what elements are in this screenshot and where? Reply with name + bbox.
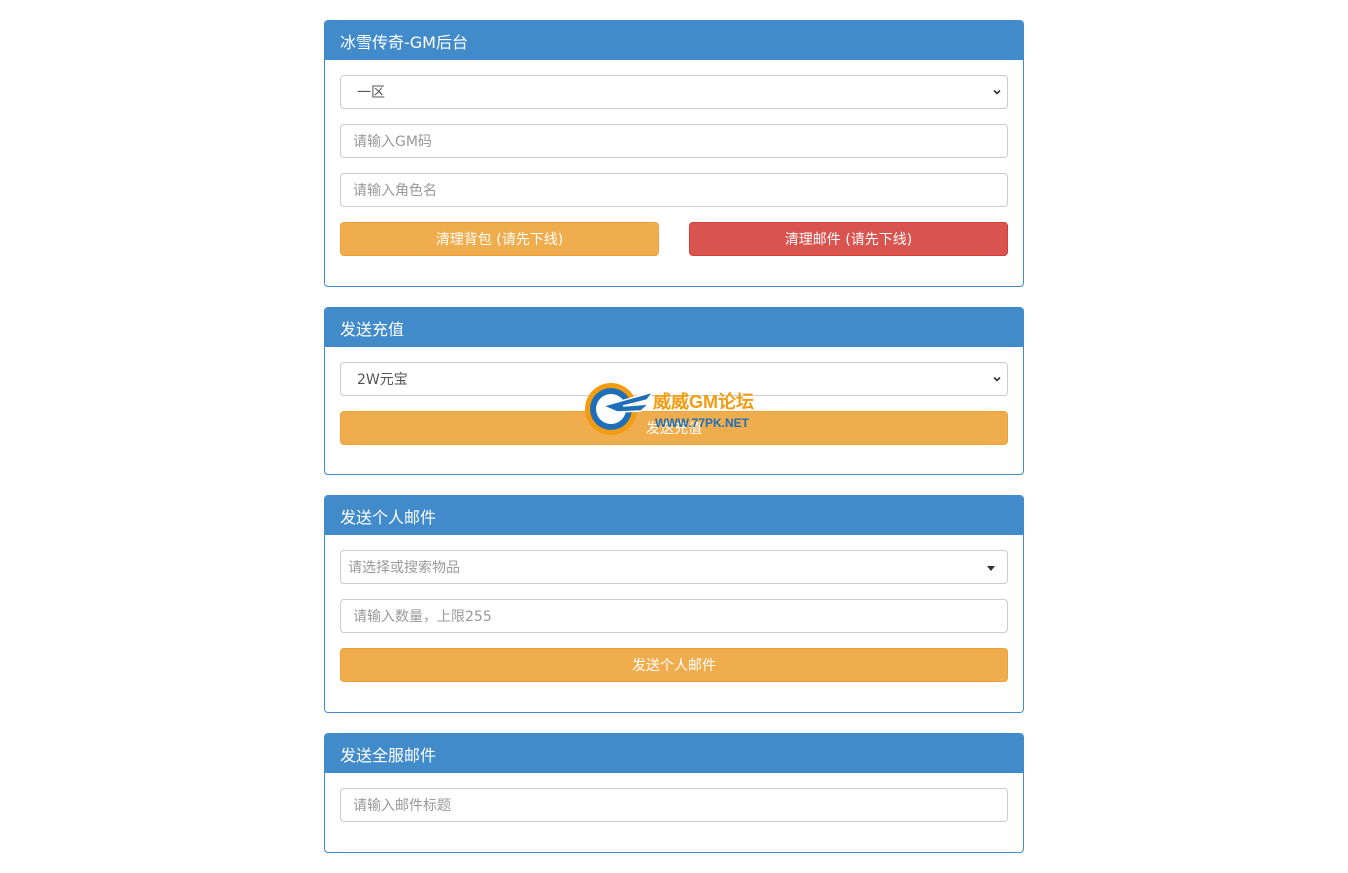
quantity-placeholder: 请输入数量，上限255 [353,609,492,625]
recharge-panel-body: 2W元宝 发送充值 [325,347,1023,474]
item-search-placeholder: 请选择或搜索物品 [348,560,460,576]
gm-panel: 冰雪传奇-GM后台 一区 请输入GM码 请输入角色名 清理背包 (请先下线) 清… [324,20,1024,287]
server-select-value: 一区 [357,85,385,101]
personal-mail-panel-title: 发送个人邮件 [325,496,1023,535]
quantity-input[interactable]: 请输入数量，上限255 [340,599,1008,633]
role-name-input[interactable]: 请输入角色名 [340,173,1008,207]
server-select[interactable]: 一区 [340,75,1008,109]
recharge-amount-value: 2W元宝 [357,372,408,388]
chevron-down-icon [993,376,1001,382]
gm-panel-stack: 冰雪传奇-GM后台 一区 请输入GM码 请输入角色名 清理背包 (请先下线) 清… [324,20,1024,873]
send-personal-mail-button[interactable]: 发送个人邮件 [340,648,1008,682]
personal-mail-panel-body: 请选择或搜索物品 请输入数量，上限255 发送个人邮件 [325,535,1023,712]
clear-bag-button[interactable]: 清理背包 (请先下线) [340,222,659,256]
mail-subject-placeholder: 请输入邮件标题 [353,798,451,814]
gm-code-placeholder: 请输入GM码 [353,134,432,150]
send-recharge-button[interactable]: 发送充值 [340,411,1008,445]
global-mail-panel-title: 发送全服邮件 [325,734,1023,773]
personal-mail-panel: 发送个人邮件 请选择或搜索物品 请输入数量，上限255 发送个人邮件 [324,495,1024,713]
caret-down-icon [987,566,995,571]
global-mail-panel: 发送全服邮件 请输入邮件标题 [324,733,1024,853]
clear-mail-button[interactable]: 清理邮件 (请先下线) [689,222,1008,256]
recharge-panel-title: 发送充值 [325,308,1023,347]
chevron-down-icon [993,89,1001,95]
recharge-panel: 发送充值 2W元宝 发送充值 [324,307,1024,475]
clear-button-row: 清理背包 (请先下线) 清理邮件 (请先下线) [340,222,1008,256]
global-mail-panel-body: 请输入邮件标题 [325,773,1023,852]
gm-code-input[interactable]: 请输入GM码 [340,124,1008,158]
mail-subject-input[interactable]: 请输入邮件标题 [340,788,1008,822]
gm-panel-title: 冰雪传奇-GM后台 [325,21,1023,60]
gm-panel-body: 一区 请输入GM码 请输入角色名 清理背包 (请先下线) 清理邮件 (请先下线) [325,60,1023,286]
role-name-placeholder: 请输入角色名 [353,183,437,199]
recharge-amount-select[interactable]: 2W元宝 [340,362,1008,396]
item-search-select[interactable]: 请选择或搜索物品 [340,550,1008,584]
